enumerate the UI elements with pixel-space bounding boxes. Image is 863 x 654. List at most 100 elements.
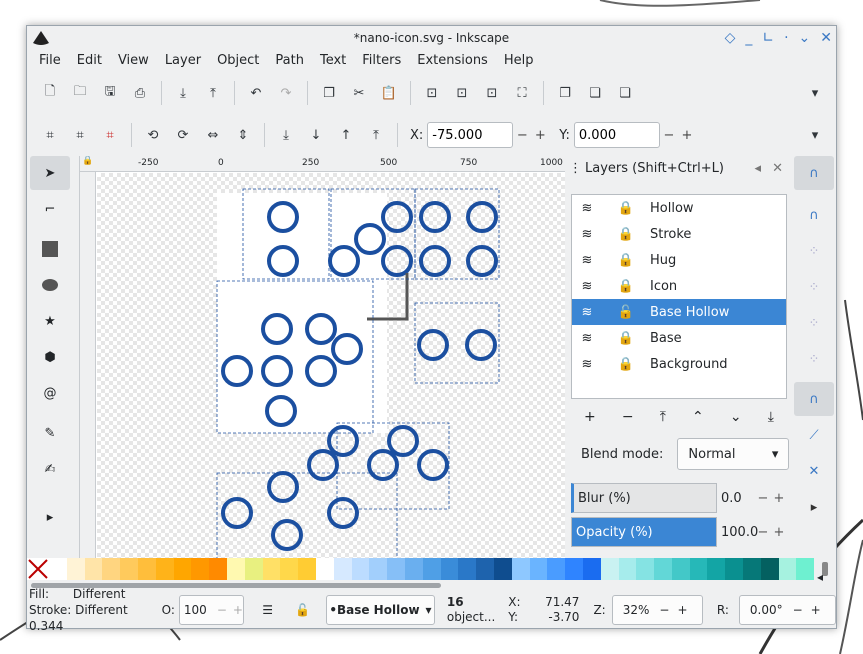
color-swatch[interactable]: [333, 558, 352, 580]
lock-icon[interactable]: 🔒: [602, 357, 650, 372]
zoom-page-icon[interactable]: ⊡: [477, 78, 507, 108]
raise-layer-top-icon[interactable]: ⤒: [660, 409, 666, 425]
visible-icon[interactable]: ≋: [572, 331, 602, 346]
color-swatch[interactable]: [387, 558, 405, 580]
color-swatch[interactable]: [209, 558, 227, 580]
x-decrement-button[interactable]: −: [513, 128, 531, 143]
close-icon[interactable]: ✕: [820, 26, 832, 50]
color-swatch[interactable]: [725, 558, 744, 580]
color-swatch[interactable]: [191, 558, 210, 580]
opacity-increment-button[interactable]: +: [771, 525, 787, 540]
snap-bbox-corner-icon[interactable]: ⁘: [794, 270, 834, 304]
menu-layer[interactable]: Layer: [157, 50, 209, 72]
lower-layer-icon[interactable]: ⌄: [730, 409, 742, 425]
color-swatch[interactable]: [707, 558, 726, 580]
redo-icon[interactable]: ↷: [271, 78, 301, 108]
save-icon[interactable]: 🖫: [95, 78, 125, 108]
color-swatch[interactable]: [458, 558, 477, 580]
rotation-minus-button[interactable]: −: [793, 603, 803, 617]
select-all-layers-icon[interactable]: ⌗: [65, 120, 95, 150]
select-all-icon[interactable]: ⌗: [35, 120, 65, 150]
3d-box-tool-icon[interactable]: ⬢: [30, 340, 70, 374]
snap-bbox-center-icon[interactable]: ⁘: [794, 342, 834, 376]
pencil-tool-icon[interactable]: ✎: [30, 416, 70, 450]
panel-iconify-icon[interactable]: ◂: [754, 156, 761, 182]
no-paint-swatch[interactable]: [27, 558, 49, 580]
visible-icon[interactable]: ≋: [572, 305, 602, 320]
overflow-menu-icon[interactable]: ▾: [800, 78, 830, 108]
drawing-canvas[interactable]: [97, 173, 565, 558]
zoom-out-button[interactable]: −: [659, 603, 669, 617]
dot-icon[interactable]: ·: [784, 26, 788, 50]
opacity-value[interactable]: 100.0: [717, 525, 758, 540]
duplicate-icon[interactable]: ❐: [550, 78, 580, 108]
import-icon[interactable]: ⤓: [168, 78, 198, 108]
y-decrement-button[interactable]: −: [660, 128, 678, 143]
x-increment-button[interactable]: +: [531, 128, 549, 143]
color-swatch[interactable]: [120, 558, 138, 580]
layers-menu-icon[interactable]: ☰: [262, 603, 273, 617]
lock-icon[interactable]: 🔒: [602, 227, 650, 242]
layer-row-background[interactable]: ≋ 🔒 Background: [572, 351, 786, 377]
color-swatch[interactable]: [49, 558, 67, 580]
color-swatch[interactable]: [440, 558, 459, 580]
layer-row-icon[interactable]: ≋ 🔒 Icon: [572, 273, 786, 299]
expand-tools-icon[interactable]: ▸: [30, 500, 70, 534]
menu-path[interactable]: Path: [267, 50, 312, 72]
flip-horizontal-icon[interactable]: ⇔: [198, 120, 228, 150]
menu-help[interactable]: Help: [496, 50, 542, 72]
color-swatch[interactable]: [66, 558, 85, 580]
canvas-area[interactable]: 🔒 -250 0 250 500 750 1000: [79, 156, 565, 558]
unlock-icon[interactable]: 🔓: [602, 305, 650, 320]
y-increment-button[interactable]: +: [678, 128, 696, 143]
lower-to-bottom-icon[interactable]: ⤓: [271, 120, 301, 150]
menu-file[interactable]: File: [31, 50, 69, 72]
lock-icon[interactable]: 🔒: [602, 279, 650, 294]
layer-row-base[interactable]: ≋ 🔒 Base: [572, 325, 786, 351]
snap-nodes-icon[interactable]: ∩: [794, 382, 834, 416]
current-layer-dropdown[interactable]: •Base Hollow ▾: [326, 595, 435, 625]
ellipse-tool-icon[interactable]: [30, 268, 70, 302]
lock-icon[interactable]: 🔒: [602, 201, 650, 216]
export-icon[interactable]: ⤒: [198, 78, 228, 108]
lock-icon[interactable]: 🔒: [602, 331, 650, 346]
zoom-page-width-icon[interactable]: ⛶: [507, 78, 537, 108]
calligraphy-tool-icon[interactable]: ✍: [30, 452, 70, 486]
color-swatch[interactable]: [582, 558, 601, 580]
raise-to-top-icon[interactable]: ⤒: [361, 120, 391, 150]
color-swatch[interactable]: [315, 558, 334, 580]
snap-intersection-icon[interactable]: ✕: [794, 454, 834, 488]
color-swatch[interactable]: [796, 558, 815, 580]
cut-icon[interactable]: ✂: [344, 78, 374, 108]
opacity-decrement-button[interactable]: −: [755, 525, 771, 540]
print-icon[interactable]: ⎙: [125, 78, 155, 108]
menu-text[interactable]: Text: [312, 50, 354, 72]
layer-lock-icon[interactable]: 🔓: [295, 603, 310, 617]
snap-bbox-edge-icon[interactable]: ⁘: [794, 234, 834, 268]
copy-icon[interactable]: ❐: [314, 78, 344, 108]
fill-stroke-indicator[interactable]: Fill: Different Stroke: Different 0.344: [27, 586, 160, 634]
color-swatch[interactable]: [226, 558, 245, 580]
rotate-ccw-icon[interactable]: ⟲: [138, 120, 168, 150]
menu-object[interactable]: Object: [209, 50, 267, 72]
minimize-icon[interactable]: _: [745, 26, 752, 50]
zoom-selection-icon[interactable]: ⊡: [417, 78, 447, 108]
remove-layer-icon[interactable]: −: [622, 409, 634, 425]
scroll-left-icon[interactable]: ◂: [817, 570, 823, 584]
opacity-status-field[interactable]: 100 − +: [178, 595, 245, 625]
menu-view[interactable]: View: [110, 50, 157, 72]
color-swatch[interactable]: [689, 558, 708, 580]
menu-edit[interactable]: Edit: [69, 50, 110, 72]
color-swatch[interactable]: [244, 558, 263, 580]
color-swatch[interactable]: [600, 558, 619, 580]
opacity-status-plus[interactable]: +: [233, 603, 243, 617]
spiral-tool-icon[interactable]: @: [30, 376, 70, 410]
lock-guides-icon[interactable]: 🔒: [82, 156, 93, 166]
color-swatch[interactable]: [262, 558, 281, 580]
color-swatch[interactable]: [547, 558, 566, 580]
color-swatch[interactable]: [298, 558, 316, 580]
color-swatch[interactable]: [422, 558, 441, 580]
color-swatch[interactable]: [760, 558, 779, 580]
menu-filters[interactable]: Filters: [354, 50, 409, 72]
snap-path-icon[interactable]: ⟋: [794, 418, 834, 452]
